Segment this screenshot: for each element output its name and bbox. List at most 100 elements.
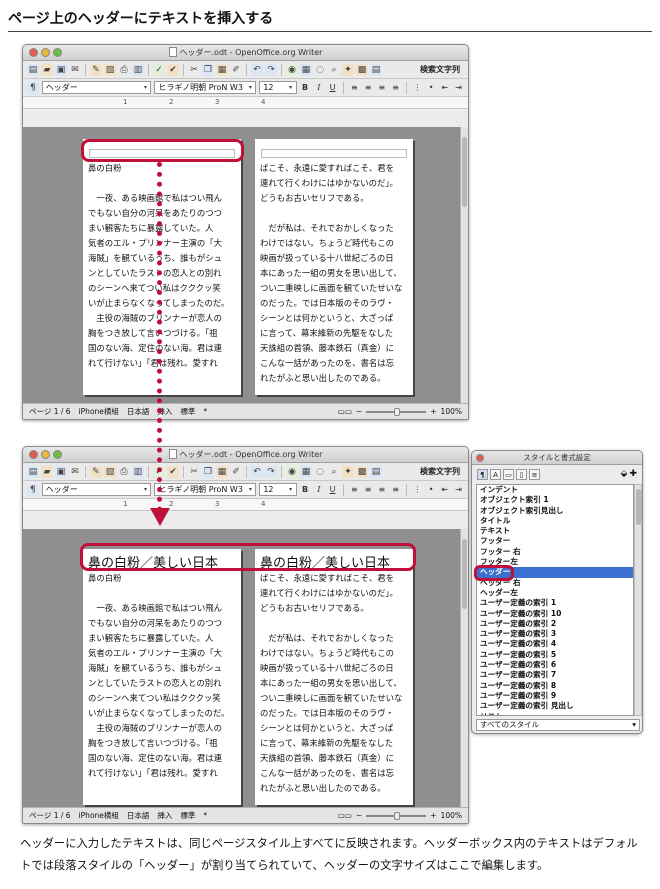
paragraph-styles-icon[interactable]: ¶ — [477, 468, 488, 480]
format-paint-icon[interactable]: ✐ — [230, 466, 242, 478]
undo-icon[interactable]: ↶ — [251, 465, 263, 478]
open-icon[interactable]: ▰ — [41, 465, 53, 478]
style-item[interactable]: ユーザー定義の索引 5 — [477, 650, 633, 660]
navigator-icon[interactable]: ✦ — [342, 63, 354, 76]
spellcheck-icon[interactable]: ✓ — [153, 63, 165, 76]
vertical-scrollbar[interactable] — [460, 529, 468, 809]
zoom-in-icon[interactable]: + — [430, 811, 436, 820]
close-icon[interactable] — [476, 454, 484, 462]
style-item[interactable]: ユーザー定義の索引 3 — [477, 629, 633, 639]
zoom-icon[interactable] — [53, 450, 62, 459]
open-icon[interactable]: ▰ — [41, 63, 53, 76]
style-item[interactable]: ユーザー定義の索引 1 — [477, 598, 633, 608]
header-box[interactable] — [261, 149, 407, 158]
italic-icon[interactable]: I — [313, 83, 324, 92]
justify-icon[interactable]: ≡ — [390, 83, 401, 92]
style-item[interactable]: ユーザー定義の索引 10 — [477, 609, 633, 619]
page-right[interactable]: ばこそ、永遠に愛すればこそ、君を 連れて行くわけにはゆかないのだ」。 どうもお古… — [255, 139, 413, 395]
close-icon[interactable] — [29, 48, 38, 57]
redo-icon[interactable]: ↷ — [265, 465, 277, 478]
style-item[interactable]: ユーザー定義の索引 4 — [477, 639, 633, 649]
zoom-level[interactable]: 100% — [441, 811, 462, 820]
list-styles-icon[interactable]: ≡ — [529, 468, 540, 480]
selection-mode[interactable]: 標準 — [180, 810, 195, 821]
frame-styles-icon[interactable]: ▭ — [503, 468, 514, 480]
increase-indent-icon[interactable]: ⇥ — [453, 485, 464, 494]
zoom-slider[interactable] — [366, 407, 427, 416]
bold-icon[interactable]: B — [300, 485, 311, 494]
style-item[interactable]: フッター 右 — [477, 547, 633, 557]
style-item[interactable]: テキスト — [477, 526, 633, 536]
style-item[interactable]: ユーザー定義の索引 8 — [477, 681, 633, 691]
new-style-icon[interactable]: ✚ — [629, 469, 637, 479]
bullets-icon[interactable]: • — [426, 83, 437, 92]
view-layout-icon[interactable]: ▭▭ — [338, 407, 352, 416]
copy-icon[interactable]: ❐ — [202, 63, 214, 76]
numbering-icon[interactable]: ⋮ — [412, 83, 423, 92]
underline-icon[interactable]: U — [327, 485, 338, 494]
numbering-icon[interactable]: ⋮ — [412, 485, 423, 494]
navigator-icon[interactable]: ✦ — [342, 465, 354, 478]
increase-indent-icon[interactable]: ⇥ — [453, 83, 464, 92]
character-styles-icon[interactable]: A — [490, 468, 501, 480]
style-filter-select[interactable]: すべてのスタイル ▾ — [476, 719, 640, 731]
align-center-icon[interactable]: ≡ — [363, 83, 374, 92]
cut-icon[interactable]: ✂ — [188, 466, 200, 478]
datasource-icon[interactable]: ▤ — [370, 465, 382, 478]
zoom-out-icon[interactable]: − — [356, 811, 362, 820]
export-pdf-icon[interactable]: ▧ — [104, 465, 116, 478]
hyperlink-icon[interactable]: ◉ — [286, 465, 298, 478]
page-styles-icon[interactable]: ▯ — [516, 468, 527, 480]
panel-title-bar[interactable]: スタイルと書式設定 — [472, 451, 642, 465]
title-bar[interactable]: ヘッダー.odt - OpenOffice.org Writer — [23, 45, 468, 61]
style-item[interactable]: ユーザー定義の索引 6 — [477, 660, 633, 670]
email-icon[interactable]: ✉ — [69, 466, 81, 478]
view-layout-icon[interactable]: ▭▭ — [338, 811, 352, 820]
title-bar[interactable]: ヘッダー.odt - OpenOffice.org Writer — [23, 447, 468, 463]
horizontal-ruler[interactable]: 1 2 3 4 — [23, 97, 468, 109]
style-list[interactable]: インデント オブジェクト索引 1 オブジェクト索引見出し タイトル テキスト フッター フッ… — [476, 484, 634, 716]
style-item[interactable]: オブジェクト索引見出し — [477, 506, 633, 516]
draw-icon[interactable]: ◌ — [314, 466, 326, 478]
page-style[interactable]: iPhone横組 — [79, 810, 119, 821]
table-icon[interactable]: ▦ — [300, 465, 312, 478]
bold-icon[interactable]: B — [300, 83, 311, 92]
paragraph-style-select[interactable]: ヘッダー ▾ — [41, 483, 152, 496]
redo-icon[interactable]: ↷ — [265, 63, 277, 76]
style-item[interactable]: タイトル — [477, 516, 633, 526]
style-item[interactable]: ユーザー定義の索引 見出し — [477, 701, 633, 711]
horizontal-ruler[interactable]: 1 2 3 4 — [23, 499, 468, 511]
font-size-select[interactable]: 12 ▾ — [259, 483, 297, 496]
paste-icon[interactable]: ▦ — [216, 465, 228, 478]
preview-icon[interactable]: ▥ — [132, 63, 144, 76]
save-icon[interactable]: ▣ — [55, 63, 67, 76]
new-icon[interactable]: ▤ — [27, 465, 39, 478]
print-icon[interactable]: ⎙ — [118, 466, 130, 478]
paragraph-style-select[interactable]: ヘッダー ▾ — [41, 81, 152, 94]
paste-icon[interactable]: ▦ — [216, 63, 228, 76]
page-style[interactable]: iPhone横組 — [79, 406, 119, 417]
gallery-icon[interactable]: ▩ — [356, 63, 368, 76]
selection-mode[interactable]: 標準 — [180, 406, 195, 417]
table-icon[interactable]: ▦ — [300, 63, 312, 76]
language[interactable]: 日本語 — [127, 406, 150, 417]
edit-icon[interactable]: ✎ — [90, 63, 102, 76]
zoom-in-icon[interactable]: + — [430, 407, 436, 416]
page-right[interactable]: 鼻の白粉／美しい日本 ばこそ、永遠に愛すればこそ、君を 連れて行くわけにはゆかな… — [255, 549, 413, 805]
minimize-icon[interactable] — [41, 48, 50, 57]
styles-icon[interactable]: ¶ — [27, 483, 39, 496]
gallery-icon[interactable]: ▩ — [356, 465, 368, 478]
style-item[interactable]: ヘッダー左 — [477, 588, 633, 598]
save-icon[interactable]: ▣ — [55, 465, 67, 478]
print-icon[interactable]: ⎙ — [118, 64, 130, 76]
style-item[interactable]: フッター — [477, 536, 633, 546]
edit-icon[interactable]: ✎ — [90, 465, 102, 478]
close-icon[interactable] — [29, 450, 38, 459]
zoom-icon[interactable] — [53, 48, 62, 57]
undo-icon[interactable]: ↶ — [251, 63, 263, 76]
export-pdf-icon[interactable]: ▧ — [104, 63, 116, 76]
justify-icon[interactable]: ≡ — [390, 485, 401, 494]
search-label[interactable]: 検索文字列 — [420, 466, 464, 477]
zoom-out-icon[interactable]: − — [356, 407, 362, 416]
decrease-indent-icon[interactable]: ⇤ — [440, 83, 451, 92]
